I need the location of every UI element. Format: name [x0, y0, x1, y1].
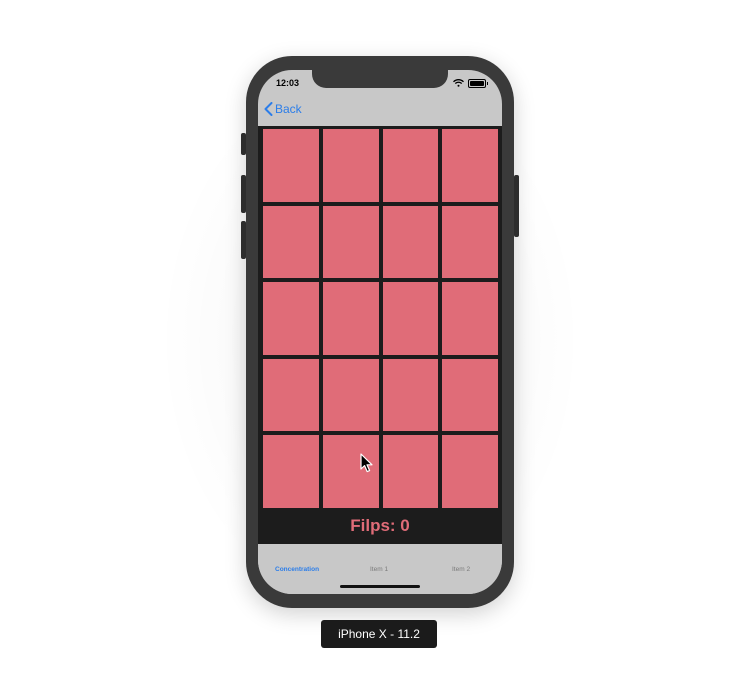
back-button[interactable]: Back [264, 102, 302, 116]
notch [312, 70, 448, 88]
card-button[interactable] [382, 129, 439, 202]
tab-item-1[interactable]: Item 1 [370, 566, 388, 573]
device-label: iPhone X - 11.2 [321, 620, 437, 648]
power-button [514, 175, 519, 237]
card-button[interactable] [442, 282, 498, 355]
game-board: Filps: 0 [258, 126, 502, 544]
flips-label: Filps: 0 [350, 516, 410, 535]
card-grid [263, 129, 498, 508]
volume-down-button [241, 221, 246, 259]
card-button[interactable] [442, 205, 498, 279]
card-button[interactable] [263, 205, 319, 279]
card-button[interactable] [263, 129, 319, 202]
home-indicator[interactable] [340, 585, 420, 588]
card-button[interactable] [263, 282, 319, 355]
chevron-left-icon [264, 102, 273, 116]
card-button[interactable] [382, 358, 439, 432]
card-button[interactable] [322, 282, 379, 355]
card-button[interactable] [263, 358, 319, 432]
volume-up-button [241, 175, 246, 213]
battery-icon [468, 78, 488, 88]
card-button[interactable] [382, 282, 439, 355]
tab-bar: Concentration Item 1 Item 2 [258, 544, 502, 594]
card-button[interactable] [263, 435, 319, 508]
card-button[interactable] [322, 358, 379, 432]
card-button[interactable] [382, 205, 439, 279]
card-button[interactable] [322, 129, 379, 202]
tab-item-2[interactable]: Item 2 [452, 566, 470, 573]
card-button[interactable] [442, 435, 498, 508]
card-button[interactable] [442, 358, 498, 432]
wifi-icon [453, 79, 464, 87]
card-button[interactable] [322, 205, 379, 279]
mouse-cursor-icon [360, 453, 373, 473]
tab-concentration[interactable]: Concentration [275, 566, 319, 573]
mute-switch [241, 133, 246, 155]
phone-screen: 12:03 Back Filps: 0 Concentration Item 1… [258, 70, 502, 594]
card-button[interactable] [442, 129, 498, 202]
card-button[interactable] [382, 435, 439, 508]
back-label: Back [275, 102, 302, 116]
status-icons [453, 77, 488, 89]
status-time: 12:03 [276, 78, 300, 88]
